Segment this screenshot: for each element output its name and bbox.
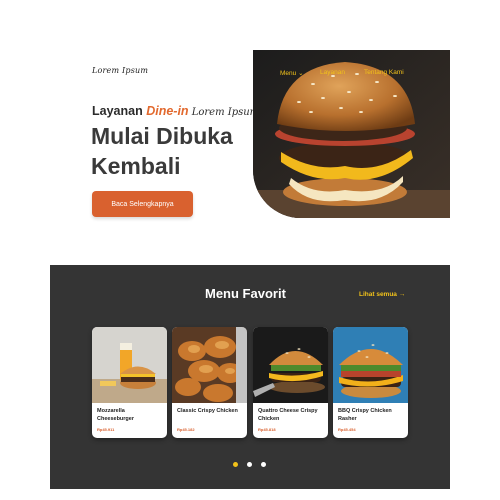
section-title: Menu Favorit [205, 286, 286, 301]
menu-card[interactable]: BBQ Crispy Chicken Rasher Rp45.454 [333, 327, 408, 438]
hero-tagline: Layanan Dine-in Lorem Ipsum [92, 104, 259, 118]
nav-layanan[interactable]: Layanan [320, 69, 345, 76]
food-image [253, 327, 328, 403]
pagination-dot-2[interactable] [247, 462, 252, 467]
food-image [172, 327, 247, 403]
headline-line-2: Kembali [91, 153, 181, 179]
see-all-link[interactable]: Lihat semua → [359, 291, 405, 298]
menu-card[interactable]: Classic Crispy Chicken Rp45.182 [172, 327, 247, 438]
nav-tentang-kami[interactable]: Tentang Kami [364, 69, 404, 76]
food-image [333, 327, 408, 403]
headline-line-1: Mulai Dibuka [91, 123, 233, 149]
brand-logo[interactable]: Lorem Ipsum [92, 66, 148, 75]
pagination-dot-1[interactable] [233, 462, 238, 467]
menu-card[interactable]: Mozzarella Cheeseburger Rp45.911 [92, 327, 167, 438]
tagline-prefix: Layanan [92, 104, 147, 118]
card-price: Rp45.911 [97, 427, 115, 432]
read-more-button[interactable]: Baca Selengkapnya [92, 191, 193, 217]
food-image [92, 327, 167, 403]
tagline-script: Lorem Ipsum [188, 107, 260, 118]
menu-card[interactable]: Quattro Cheese Crispy Chicken Rp45.818 [253, 327, 328, 438]
card-price: Rp45.182 [177, 427, 195, 432]
card-name: Classic Crispy Chicken [177, 408, 238, 414]
card-price: Rp45.818 [258, 427, 276, 432]
chevron-down-icon: ⌄ [298, 70, 304, 77]
tagline-accent: Dine-in [146, 104, 189, 118]
card-price: Rp45.454 [338, 427, 356, 432]
card-name: Mozzarella Cheeseburger [97, 408, 134, 422]
pagination-dot-3[interactable] [261, 462, 266, 467]
card-name: BBQ Crispy Chicken Rasher [338, 408, 392, 422]
nav-menu-label[interactable]: Menu [280, 70, 296, 77]
hero-headline: Mulai Dibuka Kembali [91, 121, 233, 181]
card-name: Quattro Cheese Crispy Chicken [258, 408, 318, 422]
nav-menu[interactable]: Menu ⌄ [280, 69, 304, 77]
